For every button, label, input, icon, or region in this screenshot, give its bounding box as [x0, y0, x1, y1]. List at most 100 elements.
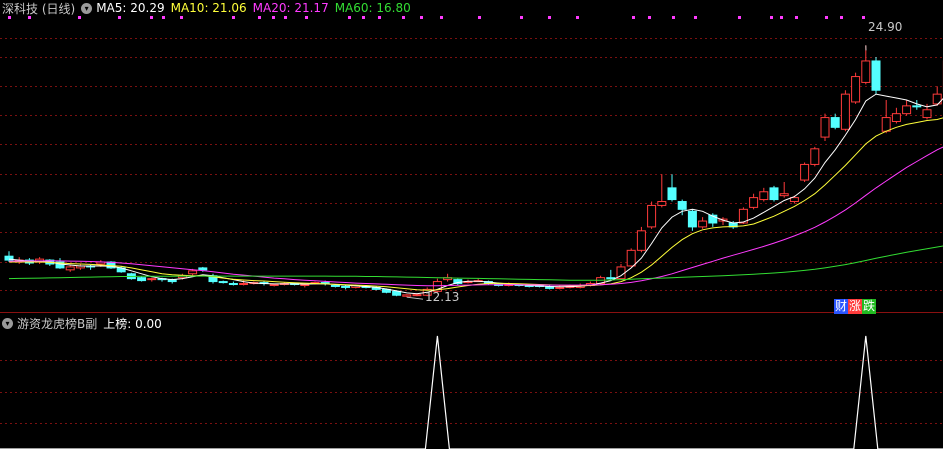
indicator-value: 上榜: 0.00	[103, 316, 162, 331]
event-dot	[795, 16, 798, 19]
event-dot	[840, 16, 843, 19]
main-header: 深科技 (日线) ▾ MA5: 20.29 MA10: 21.06 MA20: …	[2, 0, 417, 16]
event-dot	[258, 16, 261, 19]
candle-body	[341, 285, 351, 288]
candle-body	[330, 284, 340, 287]
candle-body	[228, 283, 238, 286]
candle-body	[759, 191, 769, 201]
candle-group	[4, 45, 943, 298]
candle-body	[800, 163, 810, 181]
candle-body	[912, 105, 922, 108]
candle-body	[769, 187, 779, 201]
event-dot	[420, 16, 423, 19]
ma-lines	[8, 93, 943, 295]
candle-body	[840, 93, 850, 130]
candle-body	[636, 230, 646, 251]
candle-body	[147, 278, 157, 281]
finance-tag-cai: 财	[834, 299, 849, 314]
ma-line-ma10	[9, 117, 943, 291]
event-dot	[284, 16, 287, 19]
chevron-down-icon[interactable]: ▾	[81, 2, 93, 14]
candle-body	[698, 220, 708, 228]
candle-body	[626, 249, 636, 267]
candle-body	[861, 60, 871, 83]
candle-body	[65, 266, 75, 271]
candle-body	[269, 284, 279, 286]
candle-body	[902, 105, 912, 115]
extreme-markers	[406, 45, 867, 300]
candle-body	[810, 148, 820, 165]
low-marker-line	[406, 296, 424, 300]
candle-body	[412, 294, 422, 297]
event-dot	[738, 16, 741, 19]
event-dot	[150, 16, 153, 19]
event-dot	[362, 16, 365, 19]
sub-header: ▾ 游资龙虎榜B副 上榜: 0.00	[2, 315, 168, 331]
ma5-label: MA5: 20.29	[96, 1, 165, 15]
event-dot	[478, 16, 481, 19]
finance-tag-die: 跌	[862, 299, 877, 314]
candle-body	[188, 270, 198, 275]
candle-body	[647, 204, 657, 228]
event-dot	[576, 16, 579, 19]
event-dot	[180, 16, 183, 19]
top-event-dots	[8, 16, 865, 19]
candle-body	[851, 76, 861, 103]
indicator-title[interactable]: 游资龙虎榜B副	[17, 315, 97, 332]
candle-body	[657, 201, 667, 206]
candle-body	[218, 281, 228, 284]
event-dot	[632, 16, 635, 19]
event-dot	[548, 16, 551, 19]
event-dot	[440, 16, 443, 19]
event-dot	[162, 16, 165, 19]
chart-canvas	[0, 16, 943, 449]
event-dot	[770, 16, 773, 19]
candle-body	[667, 187, 677, 201]
event-dot	[402, 16, 405, 19]
event-dot	[78, 16, 81, 19]
candle-body	[871, 60, 881, 91]
candle-body	[891, 113, 901, 122]
candle-body	[300, 284, 310, 286]
event-dot	[672, 16, 675, 19]
event-dot	[272, 16, 275, 19]
candle-body	[137, 277, 147, 282]
candle-body	[749, 197, 759, 208]
finance-tag[interactable]: 财 涨 跌	[834, 299, 877, 314]
candle-body	[830, 117, 840, 128]
ma-line-ma60	[8, 245, 943, 281]
candle-body	[687, 210, 697, 228]
event-dot	[648, 16, 651, 19]
ma60-label: MA60: 16.80	[334, 1, 411, 15]
candle-body	[881, 117, 891, 132]
event-dot	[520, 16, 523, 19]
candle-body	[779, 193, 789, 197]
event-dot	[694, 16, 697, 19]
candle-body	[820, 117, 830, 138]
high-price-label: 24.90	[868, 20, 903, 34]
finance-tag-zhang: 涨	[848, 299, 863, 314]
stock-title[interactable]: 深科技 (日线)	[2, 0, 75, 17]
event-dot	[348, 16, 351, 19]
candle-body	[922, 109, 932, 119]
low-price-label: 12.13	[425, 290, 460, 304]
event-dot	[232, 16, 235, 19]
event-dot	[118, 16, 121, 19]
candle-body	[555, 286, 565, 289]
event-dot	[825, 16, 828, 19]
event-dot	[378, 16, 381, 19]
event-dot	[780, 16, 783, 19]
candle-body	[239, 283, 249, 286]
grid-lines	[0, 38, 943, 424]
event-dot	[862, 16, 865, 19]
ma20-label: MA20: 21.17	[252, 1, 329, 15]
event-dot	[305, 16, 308, 19]
chevron-down-icon[interactable]: ▾	[2, 317, 13, 329]
ma-line-ma20	[9, 146, 943, 287]
candle-body	[402, 294, 412, 297]
ma-line-ma5	[8, 93, 943, 295]
ma10-label: MA10: 21.06	[170, 1, 247, 15]
candle-body	[606, 277, 616, 280]
candle-body	[677, 201, 687, 210]
candle-body	[198, 267, 208, 271]
